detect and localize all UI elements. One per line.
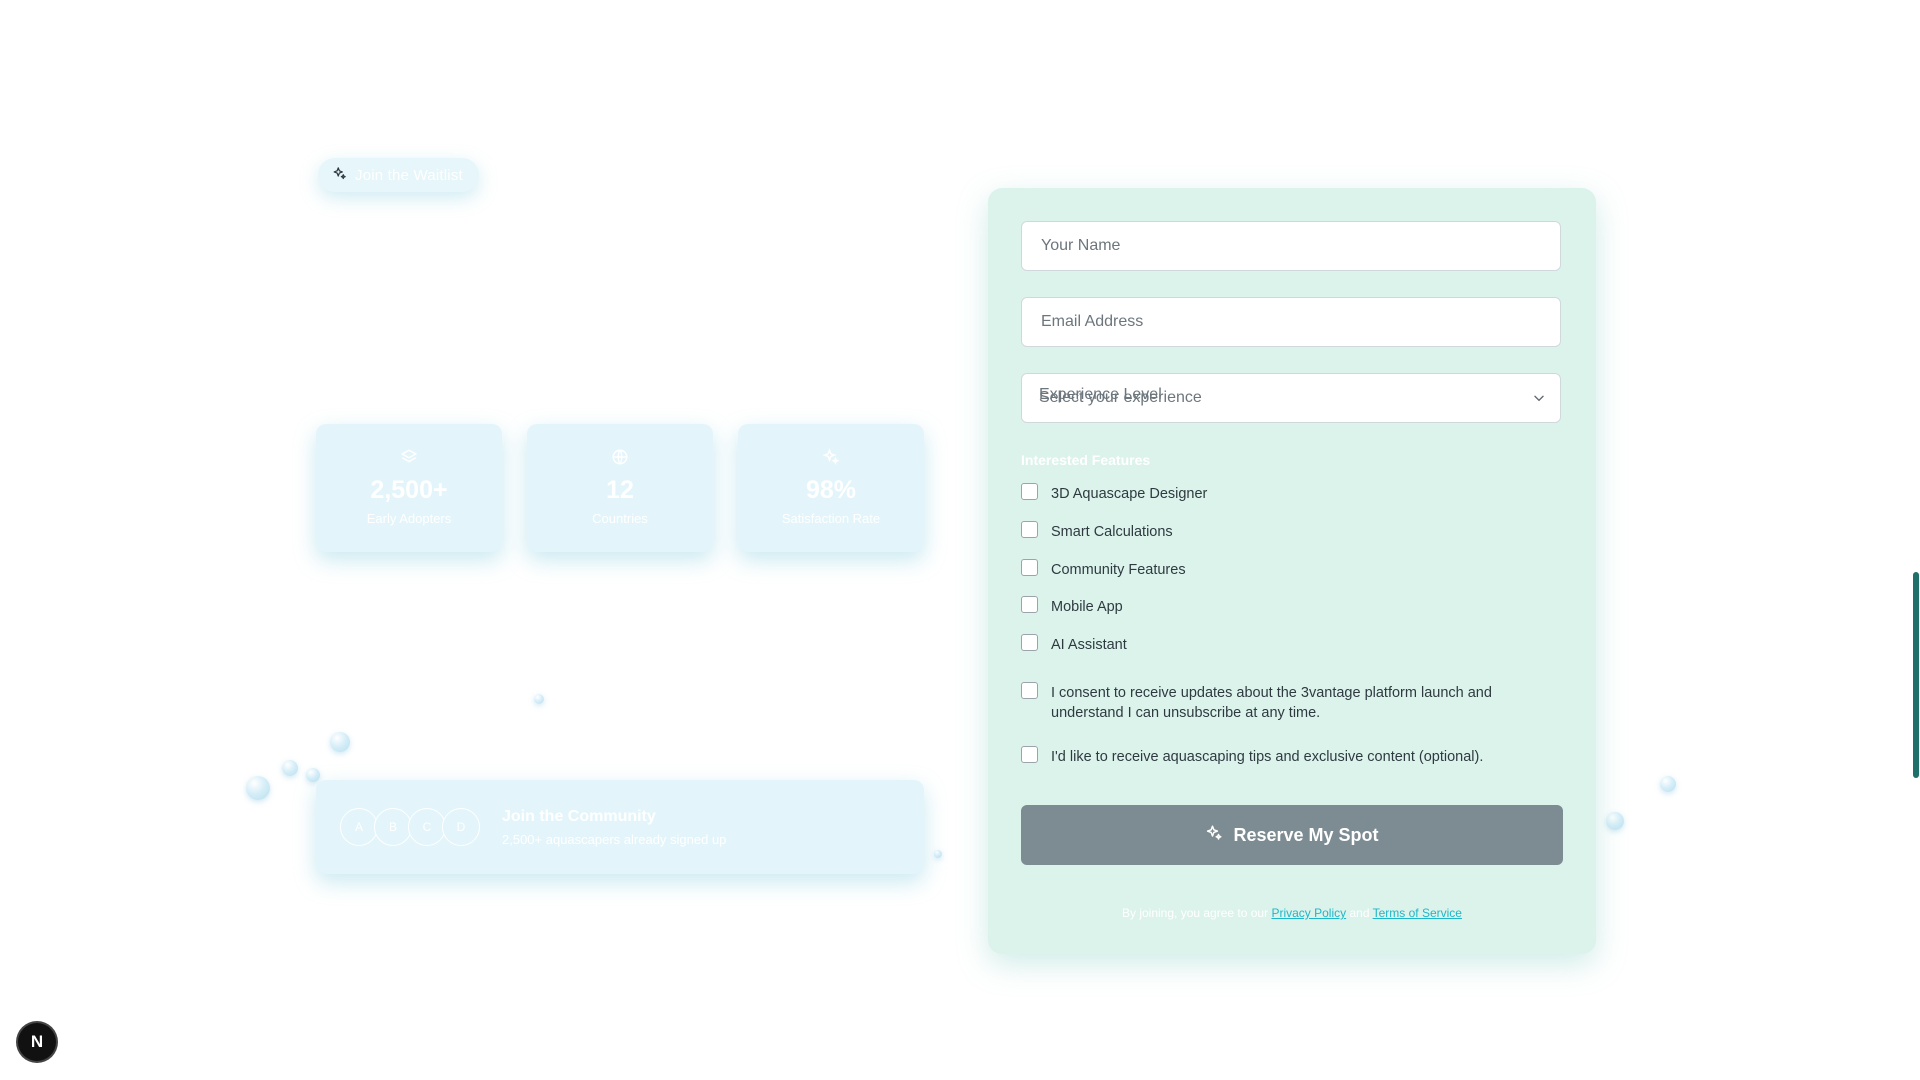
stat-value: 2,500+ xyxy=(370,476,448,504)
tips-label: I'd like to receive aquascaping tips and… xyxy=(1051,749,1484,765)
experience-value: Select your experience xyxy=(1039,389,1202,406)
community-card: A B C D Join the Community 2,500+ aquasc… xyxy=(316,780,924,874)
scrollbar[interactable] xyxy=(1912,0,1920,1080)
stat-card-satisfaction: 98% Satisfaction Rate xyxy=(738,424,924,552)
experience-select[interactable]: Experience Level Select your experience xyxy=(1021,373,1561,423)
bubble-decoration xyxy=(534,694,544,704)
consent-label: I consent to receive updates about the 3… xyxy=(1051,685,1492,721)
feature-checkbox[interactable] xyxy=(1021,483,1038,500)
stat-card-early-adopters: 2,500+ Early Adopters xyxy=(316,424,502,552)
legal-notice: By joining, you agree to our Privacy Pol… xyxy=(988,906,1596,920)
stat-card-countries: 12 Countries xyxy=(527,424,713,552)
legal-prefix: By joining, you agree to our xyxy=(1122,906,1269,920)
feature-checkbox[interactable] xyxy=(1021,559,1038,576)
tips-checkbox[interactable] xyxy=(1021,746,1038,763)
reserve-spot-label: Reserve My Spot xyxy=(1233,824,1379,845)
feature-label: Mobile App xyxy=(1051,599,1123,615)
reserve-spot-button[interactable]: Reserve My Spot xyxy=(1021,805,1563,865)
chevron-down-icon xyxy=(1532,391,1546,405)
legal-and: and xyxy=(1349,906,1370,920)
globe-icon xyxy=(611,448,629,466)
sparkles-icon xyxy=(822,448,840,466)
community-title: Join the Community xyxy=(502,807,656,825)
stat-label: Satisfaction Rate xyxy=(781,511,881,526)
bubble-decoration xyxy=(934,850,942,858)
stat-value: 12 xyxy=(606,476,634,504)
waitlist-form: Experience Level Select your experience … xyxy=(988,188,1596,954)
community-subtitle: 2,500+ aquascapers already signed up xyxy=(502,831,727,847)
feature-label: AI Assistant xyxy=(1051,637,1127,653)
stat-label: Countries xyxy=(592,511,648,526)
feature-option[interactable]: AI Assistant xyxy=(1021,634,1127,655)
feature-option[interactable]: Mobile App xyxy=(1021,596,1123,617)
bubble-decoration xyxy=(306,768,320,782)
email-field[interactable] xyxy=(1021,297,1561,347)
join-waitlist-label: Join the Waitlist xyxy=(355,166,463,184)
feature-label: Smart Calculations xyxy=(1051,524,1173,540)
layers-icon xyxy=(400,448,418,466)
sparkles-icon xyxy=(332,166,347,185)
name-field[interactable] xyxy=(1021,221,1561,271)
feature-checkbox[interactable] xyxy=(1021,634,1038,651)
feature-label: Community Features xyxy=(1051,562,1186,578)
avatar: A xyxy=(340,808,378,846)
bubble-decoration xyxy=(282,760,298,776)
avatar: C xyxy=(408,808,446,846)
feature-label: 3D Aquascape Designer xyxy=(1051,486,1208,502)
nextjs-badge[interactable]: N xyxy=(18,1023,56,1061)
bubble-decoration xyxy=(330,732,350,752)
feature-checkbox[interactable] xyxy=(1021,521,1038,538)
bubble-decoration xyxy=(1660,776,1676,792)
avatar-group: A B C D xyxy=(340,808,480,846)
email-input[interactable] xyxy=(1039,312,1543,332)
features-heading: Interested Features xyxy=(1021,452,1151,468)
stat-value: 98% xyxy=(805,476,857,504)
terms-of-service-link[interactable]: Terms of Service xyxy=(1373,906,1462,920)
consent-checkbox[interactable] xyxy=(1021,682,1038,699)
avatar: D xyxy=(442,808,480,846)
feature-option[interactable]: 3D Aquascape Designer xyxy=(1021,483,1207,504)
feature-option[interactable]: Smart Calculations xyxy=(1021,521,1173,542)
bubble-decoration xyxy=(1606,812,1624,830)
scrollbar-thumb[interactable] xyxy=(1913,572,1919,778)
sparkles-icon xyxy=(1205,824,1223,847)
privacy-policy-link[interactable]: Privacy Policy xyxy=(1271,906,1346,920)
tips-option[interactable]: I'd like to receive aquascaping tips and… xyxy=(1021,746,1541,767)
consent-option[interactable]: I consent to receive updates about the 3… xyxy=(1021,682,1521,723)
stat-label: Early Adopters xyxy=(366,511,452,526)
feature-option[interactable]: Community Features xyxy=(1021,559,1186,580)
feature-checkbox[interactable] xyxy=(1021,596,1038,613)
bubble-decoration xyxy=(246,776,270,800)
join-waitlist-badge: Join the Waitlist xyxy=(318,158,479,192)
name-input[interactable] xyxy=(1039,236,1543,256)
avatar: B xyxy=(374,808,412,846)
